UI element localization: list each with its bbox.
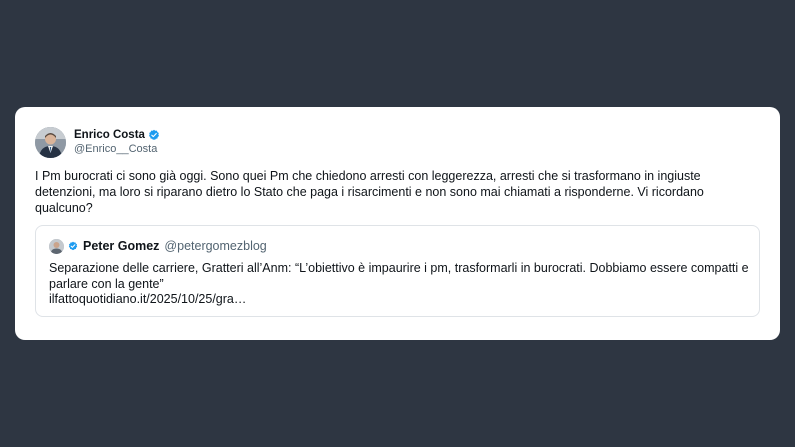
author-avatar-image [35, 127, 66, 158]
quoted-author[interactable]: Peter Gomez @petergomezblog [49, 238, 267, 254]
verified-badge-icon [68, 241, 78, 251]
tweet-text: I Pm burocrati ci sono già oggi. Sono qu… [35, 169, 704, 215]
quoted-author-avatar[interactable] [49, 238, 64, 254]
quoted-text: Separazione delle carriere, Gratteri all… [49, 261, 749, 291]
quoted-avatar-image [49, 238, 64, 254]
verified-badge-icon [148, 129, 159, 140]
author-avatar[interactable] [35, 127, 66, 158]
author-names: Enrico Costa @Enrico__Costa [74, 127, 160, 155]
quoted-display-name[interactable]: Peter Gomez [83, 239, 159, 253]
author-name-row: Enrico Costa [74, 127, 160, 142]
quoted-tweet[interactable]: Peter Gomez @petergomezblog Separazione … [35, 225, 760, 317]
quoted-link[interactable]: ilfattoquotidiano.it/2025/10/25/gra… [49, 292, 246, 308]
tweet-author[interactable]: Enrico Costa @Enrico__Costa [35, 127, 160, 159]
author-display-name[interactable]: Enrico Costa [74, 129, 145, 141]
author-handle[interactable]: @Enrico__Costa [74, 143, 160, 155]
tweet-card[interactable]: Enrico Costa @Enrico__Costa I Pm burocra… [15, 107, 780, 340]
quoted-handle[interactable]: @petergomezblog [164, 239, 266, 253]
